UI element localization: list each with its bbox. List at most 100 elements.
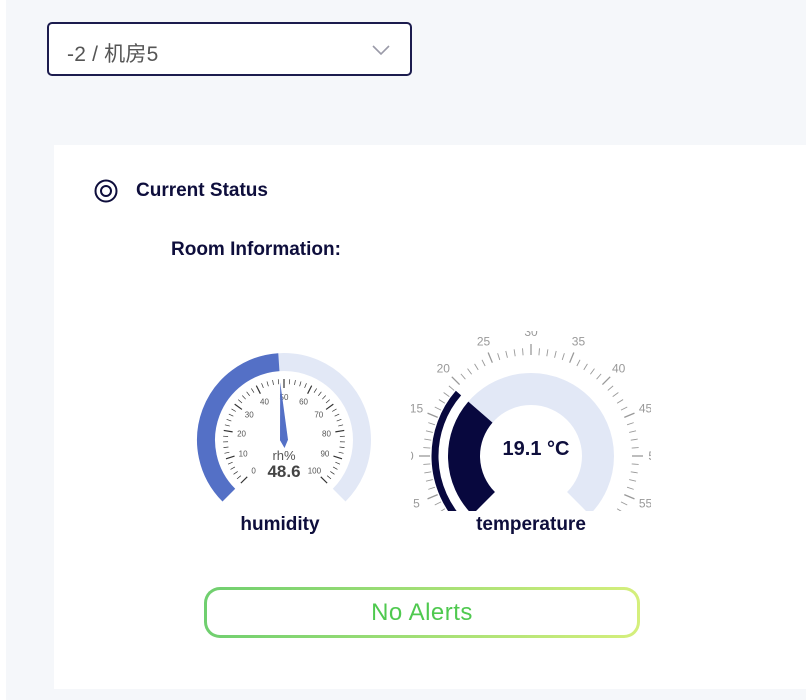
temperature-tick bbox=[497, 353, 501, 361]
temperature-tick bbox=[631, 463, 639, 465]
status-card: Current Status Room Information: 0 10 20 30… bbox=[54, 145, 806, 689]
temperature-tick bbox=[428, 486, 436, 490]
temperature-tick bbox=[630, 438, 638, 441]
temperature-tick bbox=[624, 494, 635, 500]
humidity-tick bbox=[325, 403, 334, 410]
temperature-tick-label: 45 bbox=[639, 402, 651, 416]
temperature-tick bbox=[554, 350, 557, 358]
humidity-tick bbox=[333, 455, 343, 460]
alert-status-banner: No Alerts bbox=[204, 587, 640, 638]
temperature-tick bbox=[624, 412, 635, 418]
humidity-tick bbox=[227, 461, 233, 465]
temperature-tick bbox=[561, 353, 565, 361]
current-status-title: Current Status bbox=[136, 180, 268, 201]
temperature-tick bbox=[629, 479, 637, 482]
temperature-tick-label: 50 bbox=[648, 449, 651, 463]
temperature-tick bbox=[583, 363, 588, 371]
humidity-tick bbox=[251, 388, 255, 393]
temperature-tick bbox=[620, 501, 628, 506]
temperature-tick bbox=[607, 385, 614, 391]
temperature-tick bbox=[612, 392, 619, 397]
humidity-tick bbox=[325, 399, 330, 404]
page-background: -2 / 机房5 Current Status Room Information… bbox=[6, 0, 806, 700]
temperature-tick bbox=[438, 399, 446, 404]
temperature-tick bbox=[626, 422, 634, 426]
humidity-tick bbox=[272, 380, 274, 386]
temperature-tick bbox=[569, 352, 575, 363]
humidity-tick bbox=[228, 413, 234, 417]
temperature-tick bbox=[505, 350, 508, 358]
temperature-tick-label: 35 bbox=[572, 334, 586, 348]
humidity-tick bbox=[335, 429, 345, 433]
temperature-tick bbox=[474, 363, 479, 371]
humidity-tick bbox=[266, 381, 269, 387]
humidity-tick bbox=[241, 395, 246, 400]
temperature-tick bbox=[424, 471, 432, 474]
humidity-tick-label: 70 bbox=[314, 411, 323, 420]
humidity-tick-label: 30 bbox=[245, 411, 254, 420]
humidity-tick-label: 40 bbox=[260, 398, 269, 407]
temperature-tick bbox=[428, 422, 436, 426]
humidity-tick bbox=[223, 446, 229, 448]
humidity-tick bbox=[238, 399, 243, 404]
humidity-tick bbox=[318, 391, 322, 396]
humidity-tick-label: 10 bbox=[239, 449, 248, 458]
temperature-tick-label: 55 bbox=[639, 496, 651, 510]
humidity-tick bbox=[338, 451, 344, 454]
humidity-tick bbox=[322, 395, 327, 400]
temperature-tick bbox=[590, 368, 595, 375]
temperature-tick bbox=[546, 349, 549, 357]
temperature-tick bbox=[616, 399, 624, 404]
humidity-tick bbox=[332, 466, 338, 470]
temperature-tick-label: 15 bbox=[411, 402, 423, 416]
temperature-tick bbox=[440, 508, 446, 511]
humidity-tick-label: 20 bbox=[237, 429, 246, 438]
humidity-tick bbox=[332, 408, 337, 412]
humidity-tick-label: 80 bbox=[322, 429, 331, 438]
humidity-tick bbox=[225, 455, 235, 460]
temperature-tick bbox=[425, 479, 433, 482]
temperature-tick bbox=[620, 406, 628, 411]
temperature-tick bbox=[424, 438, 432, 441]
temperature-label: temperature bbox=[476, 514, 586, 535]
humidity-tick bbox=[230, 466, 236, 470]
temperature-tick bbox=[538, 348, 540, 356]
humidity-tick bbox=[261, 383, 264, 389]
humidity-tick bbox=[307, 385, 313, 394]
room-select-value: -2 / 机房5 bbox=[67, 43, 159, 66]
temperature-tick bbox=[467, 368, 472, 375]
temperature-tick bbox=[448, 385, 455, 391]
humidity-tick bbox=[234, 403, 243, 410]
temperature-tick bbox=[629, 430, 637, 433]
temperature-tick bbox=[434, 501, 442, 506]
humidity-tick-label: 60 bbox=[299, 398, 308, 407]
temperature-tick bbox=[630, 471, 638, 474]
temperature-tick bbox=[487, 352, 493, 363]
temperature-tick-label: 40 bbox=[612, 361, 626, 375]
room-information-label: Room Information: bbox=[171, 239, 341, 260]
temperature-tick bbox=[443, 392, 450, 397]
temperature-tick bbox=[434, 406, 442, 411]
humidity-tick bbox=[294, 380, 296, 386]
temperature-tick bbox=[513, 349, 516, 357]
temperature-tick-label: 25 bbox=[477, 334, 491, 348]
humidity-tick bbox=[223, 429, 233, 433]
temperature-tick bbox=[427, 412, 438, 418]
alert-status-text: No Alerts bbox=[371, 599, 473, 626]
temperature-tick bbox=[522, 348, 524, 356]
humidity-tick bbox=[255, 385, 261, 394]
chevron-down-icon bbox=[372, 45, 390, 56]
humidity-tick bbox=[246, 391, 250, 396]
temperature-tick bbox=[423, 463, 431, 465]
temperature-tick-label: 20 bbox=[437, 361, 451, 375]
humidity-tick bbox=[236, 475, 242, 480]
temperature-tick bbox=[601, 376, 611, 386]
temperature-tick bbox=[576, 359, 581, 367]
humidity-tick bbox=[299, 381, 302, 387]
temperature-tick bbox=[451, 376, 461, 386]
temperature-tick bbox=[596, 373, 602, 380]
humidity-tick bbox=[339, 446, 345, 448]
humidity-tick bbox=[334, 413, 340, 417]
target-icon bbox=[94, 179, 118, 203]
room-select[interactable]: -2 / 机房5 bbox=[47, 22, 412, 76]
